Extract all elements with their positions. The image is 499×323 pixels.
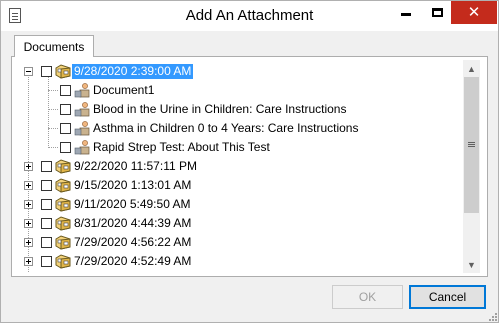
expand-toggle[interactable] <box>24 200 33 209</box>
tree-node-label[interactable]: Rapid Strep Test: About This Test <box>91 140 272 155</box>
folder-icon <box>55 177 71 193</box>
expand-toggle[interactable] <box>24 181 33 190</box>
document-person-icon <box>74 101 90 117</box>
tree-node-date[interactable]: 9/11/2020 5:49:50 AM <box>20 195 464 214</box>
expand-toggle[interactable] <box>24 162 33 171</box>
folder-icon <box>55 63 71 79</box>
node-checkbox[interactable] <box>60 85 71 96</box>
tree-node-label[interactable]: Document1 <box>91 83 156 98</box>
document-person-icon <box>74 120 90 136</box>
scrollbar-thumb[interactable] <box>464 77 479 213</box>
tree-node-date[interactable]: 9/28/2020 2:39:00 AM <box>20 62 464 81</box>
tab-documents[interactable]: Documents <box>14 35 94 57</box>
expand-toggle[interactable] <box>24 238 33 247</box>
node-checkbox[interactable] <box>41 199 52 210</box>
tree-node-label[interactable]: 9/22/2020 11:57:11 PM <box>72 159 199 174</box>
tree-node-document[interactable]: Blood in the Urine in Children: Care Ins… <box>20 100 464 119</box>
scroll-up-button[interactable]: ▲ <box>463 60 480 77</box>
attachment-tree[interactable]: 9/28/2020 2:39:00 AM Document1 Blood in th… <box>20 60 464 273</box>
folder-icon <box>55 253 71 269</box>
folder-icon <box>55 234 71 250</box>
expand-toggle[interactable] <box>24 257 33 266</box>
node-checkbox[interactable] <box>60 123 71 134</box>
add-attachment-dialog: Add An Attachment ✕ Documents 9/28/2020 … <box>0 0 499 323</box>
tree-node-label[interactable]: 8/31/2020 4:44:39 AM <box>72 216 193 231</box>
tree-node-label[interactable]: Asthma in Children 0 to 4 Years: Care In… <box>91 121 360 136</box>
chevron-down-icon: ▼ <box>467 259 476 270</box>
node-checkbox[interactable] <box>41 256 52 267</box>
close-button[interactable]: ✕ <box>451 1 497 24</box>
tree-node-date[interactable]: 7/29/2020 4:56:22 AM <box>20 233 464 252</box>
grip-icon <box>468 142 475 143</box>
collapse-toggle[interactable] <box>24 67 33 76</box>
tree-node-date[interactable]: 7/29/2020 4:52:49 AM <box>20 252 464 271</box>
folder-icon <box>55 215 71 231</box>
resize-grip-icon[interactable] <box>487 311 497 321</box>
maximize-button[interactable] <box>422 1 453 24</box>
cancel-button[interactable]: Cancel <box>409 285 486 309</box>
tree-node-document[interactable]: Document1 <box>20 81 464 100</box>
node-checkbox[interactable] <box>41 218 52 229</box>
node-checkbox[interactable] <box>60 104 71 115</box>
tree-node-document[interactable]: Asthma in Children 0 to 4 Years: Care In… <box>20 119 464 138</box>
folder-icon <box>55 158 71 174</box>
close-icon: ✕ <box>467 4 481 21</box>
tree-node-document[interactable]: Rapid Strep Test: About This Test <box>20 138 464 157</box>
tree-node-label[interactable]: 9/15/2020 1:13:01 AM <box>72 178 193 193</box>
minimize-icon <box>400 13 411 16</box>
expand-toggle[interactable] <box>24 219 33 228</box>
ok-button[interactable]: OK <box>332 285 403 309</box>
folder-icon <box>55 196 71 212</box>
tree-node-label[interactable]: 9/28/2020 2:39:00 AM <box>72 64 194 79</box>
chevron-up-icon: ▲ <box>467 63 476 74</box>
tree-node-date[interactable]: 9/15/2020 1:13:01 AM <box>20 176 464 195</box>
minimize-button[interactable] <box>390 1 421 24</box>
tree-node-label[interactable]: 7/29/2020 4:52:49 AM <box>72 254 193 269</box>
document-person-icon <box>74 139 90 155</box>
scroll-down-button[interactable]: ▼ <box>463 256 480 273</box>
tree-node-label[interactable]: 9/11/2020 5:49:50 AM <box>72 197 193 212</box>
title-bar[interactable]: Add An Attachment ✕ <box>1 1 498 31</box>
maximize-icon <box>432 8 443 17</box>
document-person-icon <box>74 82 90 98</box>
tree-node-label[interactable]: Blood in the Urine in Children: Care Ins… <box>91 102 348 117</box>
tab-documents-label: Documents <box>23 40 85 54</box>
node-checkbox[interactable] <box>60 142 71 153</box>
tree-node-date[interactable]: 8/31/2020 4:44:39 AM <box>20 214 464 233</box>
tree-node-date[interactable]: 9/22/2020 11:57:11 PM <box>20 157 464 176</box>
tree-node-label[interactable]: 7/29/2020 4:56:22 AM <box>72 235 193 250</box>
node-checkbox[interactable] <box>41 161 52 172</box>
node-checkbox[interactable] <box>41 237 52 248</box>
node-checkbox[interactable] <box>41 180 52 191</box>
tree-connector-line <box>48 77 49 148</box>
vertical-scrollbar[interactable]: ▲ ▼ <box>463 60 480 273</box>
node-checkbox[interactable] <box>41 66 52 77</box>
